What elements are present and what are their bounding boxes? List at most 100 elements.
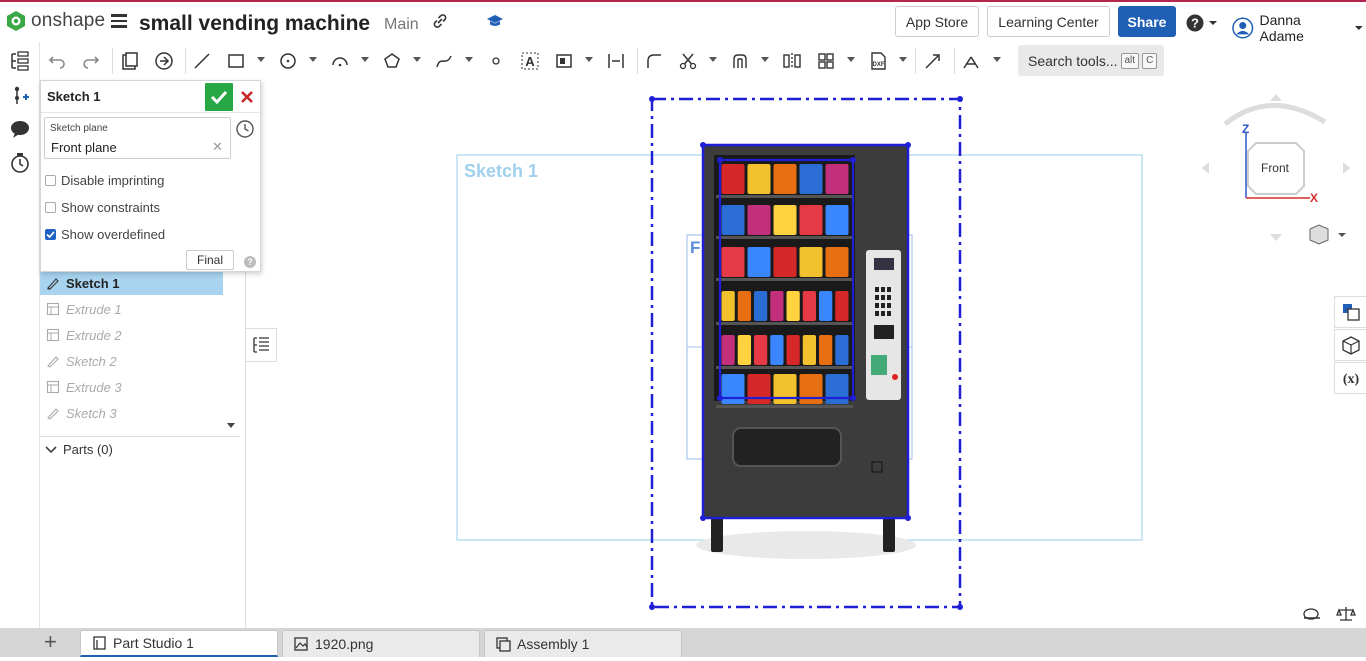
extrude-icon — [46, 302, 60, 316]
snack-package — [802, 335, 816, 365]
onshape-logo[interactable]: onshape — [6, 10, 105, 32]
pattern-icon[interactable] — [815, 50, 837, 72]
mirror-icon[interactable] — [781, 50, 803, 72]
feature-item-extrude-3[interactable]: Extrude 3 — [40, 375, 223, 399]
pattern-dropdown-caret[interactable] — [847, 57, 855, 62]
user-menu[interactable]: Danna Adame — [1232, 12, 1366, 44]
snack-package — [754, 335, 768, 365]
snack-package — [747, 205, 771, 235]
mass-properties-icon[interactable] — [1334, 329, 1366, 361]
dxf-dropdown-caret[interactable] — [899, 57, 907, 62]
spline-icon[interactable] — [433, 50, 455, 72]
snack-package — [773, 247, 797, 277]
feature-item-sketch-1[interactable]: Sketch 1 — [40, 271, 223, 295]
learning-center-button[interactable]: Learning Center — [987, 6, 1110, 37]
feature-list-icon[interactable] — [9, 50, 31, 72]
trim-icon[interactable] — [677, 50, 699, 72]
parts-section-header[interactable]: Parts (0) — [40, 436, 240, 462]
dxf-icon[interactable]: DXF — [867, 50, 889, 72]
fillet-icon[interactable] — [643, 50, 665, 72]
constraint-dropdown-caret[interactable] — [993, 57, 1001, 62]
help-menu[interactable]: ? — [1186, 14, 1218, 37]
search-tools-button[interactable]: Search tools... alt C — [1018, 45, 1164, 76]
construction-icon[interactable] — [553, 50, 575, 72]
clear-selection-icon[interactable]: ✕ — [212, 139, 223, 155]
branch-name[interactable]: Main — [384, 16, 419, 34]
offset-dropdown-caret[interactable] — [761, 57, 769, 62]
dimension-icon[interactable] — [605, 50, 627, 72]
sketch-plane-field[interactable]: Sketch plane Front plane ✕ — [44, 117, 231, 159]
rectangle-dropdown-caret[interactable] — [257, 57, 265, 62]
share-button[interactable]: Share — [1118, 6, 1176, 37]
add-tab-button[interactable]: + — [44, 631, 57, 653]
comments-icon[interactable] — [9, 118, 31, 140]
scale-balance-icon[interactable] — [1336, 605, 1356, 628]
show-constraints-checkbox[interactable]: Show constraints — [45, 200, 160, 215]
snack-package — [825, 164, 849, 194]
arc-dropdown-caret[interactable] — [361, 57, 369, 62]
insert-feature-icon[interactable] — [9, 84, 31, 106]
appearance-panel-icon[interactable] — [1334, 296, 1366, 328]
extrude-icon[interactable] — [153, 50, 175, 72]
tab-assembly-1[interactable]: Assembly 1 — [484, 630, 682, 657]
feature-item-sketch-2[interactable]: Sketch 2 — [40, 349, 223, 373]
point-icon[interactable] — [485, 50, 507, 72]
keypad-key — [881, 295, 885, 300]
feature-label: Extrude 1 — [66, 301, 122, 317]
offset-icon[interactable] — [729, 50, 751, 72]
graphics-canvas[interactable]: Sketch 1 F Front Z X — [246, 80, 1366, 628]
app-name: onshape — [31, 10, 106, 31]
new-sketch-icon[interactable] — [119, 50, 141, 72]
circle-dropdown-caret[interactable] — [309, 57, 317, 62]
spline-dropdown-caret[interactable] — [465, 57, 473, 62]
search-tools-label: Search tools... — [1028, 52, 1118, 69]
document-title[interactable]: small vending machine — [139, 12, 370, 36]
construction-dropdown-caret[interactable] — [585, 57, 593, 62]
link-icon[interactable] — [432, 13, 448, 34]
user-avatar-icon — [1232, 17, 1254, 39]
feature-item-extrude-1[interactable]: Extrude 1 — [40, 297, 223, 321]
snack-package — [773, 374, 797, 404]
feature-label: Extrude 2 — [66, 327, 122, 343]
snack-package — [747, 374, 771, 404]
shelf — [716, 322, 853, 325]
line-icon[interactable] — [191, 50, 213, 72]
main-menu-icon[interactable] — [111, 14, 127, 28]
view-cube-front-label[interactable]: Front — [1246, 146, 1304, 190]
snack-package — [754, 291, 768, 321]
extrude-icon — [46, 328, 60, 342]
arc-icon[interactable] — [329, 50, 351, 72]
redo-icon[interactable] — [80, 50, 102, 72]
final-button[interactable]: Final — [186, 250, 234, 270]
view-cube-arc — [1223, 103, 1327, 126]
feature-item-sketch-3[interactable]: Sketch 3 — [40, 401, 223, 425]
polygon-dropdown-caret[interactable] — [413, 57, 421, 62]
learning-cap-icon[interactable] — [486, 13, 504, 34]
feature-label: Extrude 3 — [66, 379, 122, 395]
onshape-logo-icon — [7, 11, 25, 31]
snack-package — [799, 205, 823, 235]
tab-1920-png[interactable]: 1920.png — [282, 630, 480, 657]
measure-tool-icon[interactable] — [1302, 606, 1322, 627]
rectangle-icon[interactable] — [225, 50, 247, 72]
variables-icon[interactable]: (x) — [1334, 362, 1366, 394]
circle-icon[interactable] — [277, 50, 299, 72]
tab-part-studio-1[interactable]: Part Studio 1 — [80, 630, 278, 657]
divider — [41, 112, 260, 113]
feature-item-extrude-2[interactable]: Extrude 2 — [40, 323, 223, 347]
constraint-icon[interactable] — [960, 50, 982, 72]
app-store-button[interactable]: App Store — [895, 6, 979, 37]
history-timer-icon[interactable] — [9, 152, 31, 174]
show-overdefined-checkbox[interactable]: Show overdefined — [45, 227, 165, 242]
undo-icon[interactable] — [46, 50, 68, 72]
text-icon[interactable]: A — [519, 50, 541, 72]
use-icon[interactable] — [922, 50, 944, 72]
trim-dropdown-caret[interactable] — [709, 57, 717, 62]
sketch-icon — [47, 408, 59, 420]
disable-imprinting-checkbox[interactable]: Disable imprinting — [45, 173, 164, 188]
accept-button[interactable] — [205, 83, 233, 111]
checkbox-checked — [45, 229, 56, 240]
polygon-icon[interactable] — [381, 50, 403, 72]
snack-package — [721, 164, 745, 194]
shortcut-key-c: C — [1142, 52, 1158, 69]
